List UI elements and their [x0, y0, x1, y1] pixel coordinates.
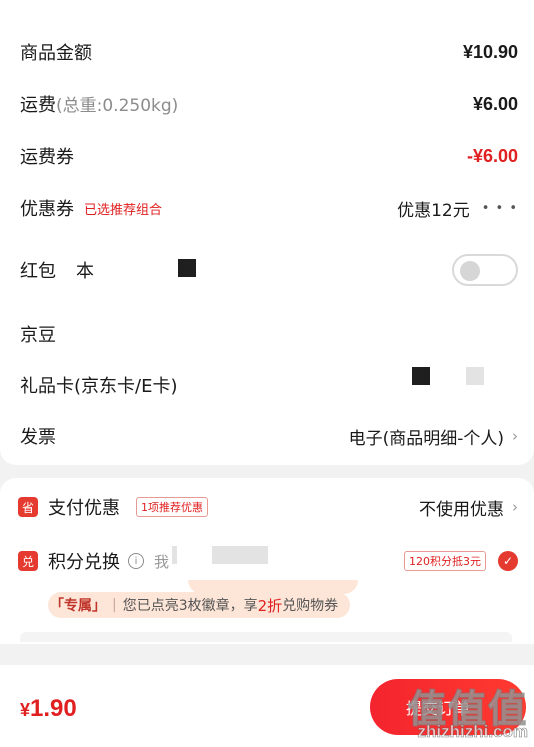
total-amount: ¥1.90: [20, 695, 77, 723]
shipping-row: 运费(总重:0.250kg) ¥6.00: [20, 89, 518, 119]
promo-highlight: 2折: [257, 596, 283, 615]
order-summary-card: 商品金额 ¥10.90 运费(总重:0.250kg) ¥6.00 运费券 -¥6…: [0, 0, 534, 465]
jd-beans-row[interactable]: 京豆: [20, 319, 518, 349]
chevron-right-icon: ›: [512, 427, 518, 445]
shipping-weight-note: (总重:0.250kg): [56, 96, 179, 116]
promo-banner: 「专属」 | 您已点亮3枚徽章，享 2折 兑购物券: [48, 580, 388, 620]
promo-separator: |: [112, 597, 117, 613]
shipping-label: 运费: [20, 95, 56, 116]
shipping-coupon-label: 运费券: [20, 147, 74, 168]
save-icon: 省: [18, 497, 38, 517]
invoice-label: 发票: [20, 427, 56, 448]
jd-beans-label: 京豆: [20, 325, 56, 346]
red-packet-toggle[interactable]: [452, 254, 518, 286]
red-packet-row: 红包 本: [20, 254, 518, 286]
goods-amount-label: 商品金额: [20, 43, 92, 64]
redacted-block: [178, 259, 196, 277]
coupon-label: 优惠券: [20, 199, 74, 220]
redacted-block: [466, 367, 484, 385]
total-value: 1.90: [30, 695, 77, 722]
redacted-block: [212, 546, 268, 564]
promo-exclusive-tag: 「专属」: [50, 598, 106, 614]
submit-order-button[interactable]: 提交订单: [370, 679, 526, 735]
gift-card-label: 礼品卡(京东卡/E卡): [20, 376, 178, 397]
goods-amount-row: 商品金额 ¥10.90: [20, 37, 518, 67]
red-packet-note: 本: [76, 261, 94, 282]
coupon-value: 优惠12元: [397, 200, 470, 221]
info-icon[interactable]: i: [128, 553, 144, 569]
toggle-knob: [460, 261, 480, 281]
coupon-row[interactable]: 优惠券 已选推荐组合 优惠12元 • • •: [20, 193, 518, 223]
next-section-edge: [20, 632, 512, 642]
exchange-icon: 兑: [18, 551, 38, 571]
promo-text-after: 兑购物券: [282, 598, 339, 614]
points-badge: 120积分抵3元: [404, 551, 486, 571]
chevron-right-icon: ›: [512, 498, 518, 516]
check-icon[interactable]: ✓: [498, 551, 518, 571]
redacted-block: [172, 546, 177, 564]
points-note: 我: [154, 552, 170, 571]
checkout-bar: ¥1.90 提交订单: [0, 665, 534, 747]
redacted-block: [412, 367, 430, 385]
promo-text: 您已点亮3枚徽章，享: [122, 598, 258, 614]
red-packet-label: 红包: [20, 261, 56, 282]
invoice-row[interactable]: 发票 电子(商品明细-个人) ›: [20, 421, 518, 451]
pay-discount-label: 支付优惠: [48, 498, 120, 519]
gift-card-row[interactable]: 礼品卡(京东卡/E卡): [20, 370, 518, 400]
invoice-value: 电子(商品明细-个人): [348, 428, 504, 449]
more-dots-icon[interactable]: • • •: [482, 201, 518, 216]
goods-amount-value: ¥10.90: [462, 41, 518, 62]
total-currency: ¥: [20, 700, 31, 720]
pay-discount-row[interactable]: 省 支付优惠 1项推荐优惠 不使用优惠 ›: [18, 492, 518, 522]
points-exchange-label: 积分兑换: [48, 552, 120, 573]
pay-discount-badge: 1项推荐优惠: [136, 497, 208, 517]
coupon-recommend-tag: 已选推荐组合: [84, 202, 163, 218]
shipping-coupon-value: -¥6.00: [466, 145, 518, 166]
shipping-value: ¥6.00: [472, 93, 518, 114]
shipping-coupon-row: 运费券 -¥6.00: [20, 141, 518, 171]
pay-discount-value: 不使用优惠: [419, 499, 504, 520]
points-exchange-row: 兑 积分兑换 i 我 120积分抵3元 ✓: [18, 546, 518, 576]
